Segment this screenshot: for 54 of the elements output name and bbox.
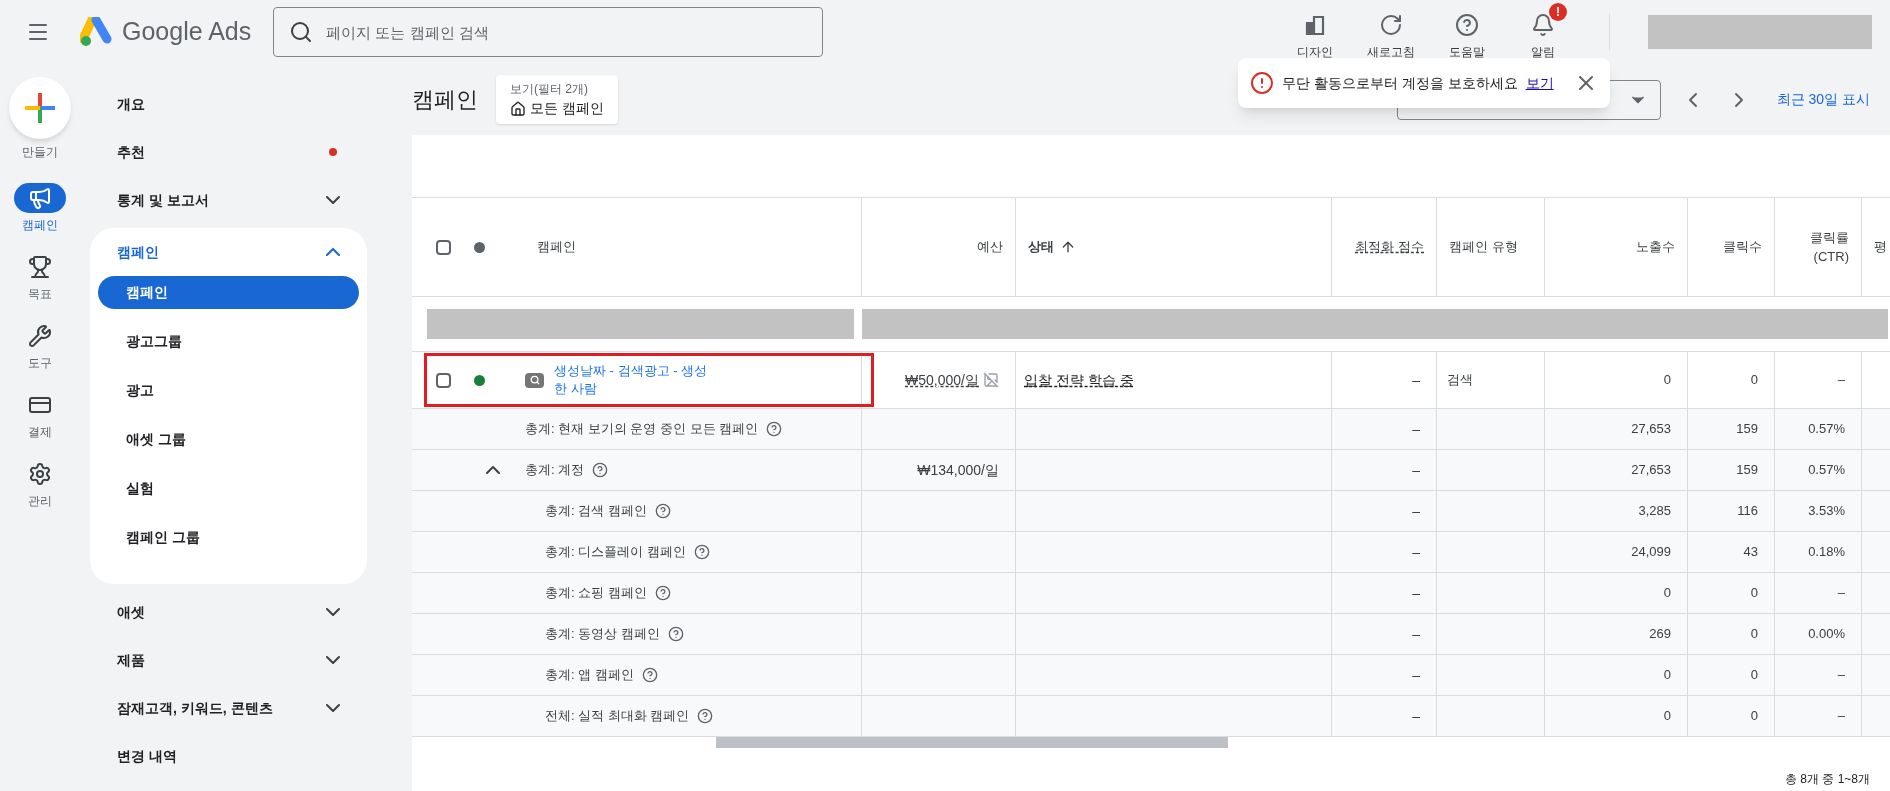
table-cell-text: –	[1412, 665, 1420, 685]
table-cell-text: 269	[1649, 625, 1671, 644]
table-cell-text: 159	[1736, 461, 1758, 480]
table-cell-text: –	[1837, 666, 1845, 685]
table-cell-text: 3.53%	[1808, 502, 1845, 521]
pagination-text: 총 8개 중 1~8개	[1784, 771, 1870, 788]
table-cell-text: –	[1412, 419, 1420, 439]
table-cell-text: 0	[1663, 666, 1671, 685]
table-cell-text: –	[1837, 707, 1845, 726]
table-cell-text: 0	[1663, 371, 1671, 390]
product-name: Google Ads	[122, 16, 252, 48]
table-cell-text: 0	[1750, 371, 1758, 390]
table-cell-text: 0	[1663, 584, 1671, 603]
table-cell-text: 24,099	[1631, 543, 1671, 562]
total-label: 총계: 동영상 캠페인	[545, 625, 660, 644]
table-cell-text: 0	[1750, 666, 1758, 685]
table-cell-text: –	[1412, 370, 1420, 390]
total-label: 전체: 실적 최대화 캠페인	[545, 707, 690, 726]
table-cell-text: 0	[1750, 707, 1758, 726]
table-cell-text: –	[1837, 584, 1845, 603]
total-label: 총계: 검색 캠페인	[545, 502, 647, 521]
table-cell-text: ₩50,000/일	[905, 370, 979, 390]
page-title: 캠페인	[412, 86, 478, 114]
table-cell-text: –	[1412, 542, 1420, 562]
table-cell-text: 0	[1750, 584, 1758, 603]
table-cell-text: –	[1412, 460, 1420, 480]
alert-badge: !	[1549, 3, 1567, 21]
table-cell-text: 0.57%	[1808, 420, 1845, 439]
table-cell-text: –	[1412, 583, 1420, 603]
total-label: 총계: 쇼핑 캠페인	[545, 584, 647, 603]
table-cell-text: 0.00%	[1808, 625, 1845, 644]
table-cell-text: 0.57%	[1808, 461, 1845, 480]
table-cell-text: –	[1412, 706, 1420, 726]
total-label: 총계: 앱 캠페인	[545, 666, 634, 685]
table-cell-text: –	[1412, 501, 1420, 521]
table-cell-text: 0.18%	[1808, 543, 1845, 562]
table-cell-text: 검색	[1447, 371, 1473, 390]
table-cell-text: ₩134,000/일	[917, 460, 999, 480]
table-cell-text: 3,285	[1638, 502, 1671, 521]
table-cell-text: 159	[1736, 420, 1758, 439]
table-cell-text: 27,653	[1631, 461, 1671, 480]
toast-message: 무단 활동으로부터 계정을 보호하세요	[1282, 73, 1518, 93]
table-cell-text: 0	[1663, 707, 1671, 726]
total-label: 총계: 계정	[525, 461, 585, 480]
table-cell-text: 입찰 전략 학습 중	[1024, 370, 1134, 390]
table-cell-text: 0	[1750, 625, 1758, 644]
table-cell-text: 43	[1743, 543, 1758, 562]
table-cell-text: –	[1412, 624, 1420, 644]
total-label: 총계: 현재 보기의 운영 중인 모든 캠페인	[525, 420, 759, 439]
total-label: 총계: 디스플레이 캠페인	[545, 543, 686, 562]
table-cell-text: 116	[1737, 502, 1758, 521]
table-cell-text: 27,653	[1631, 420, 1671, 439]
table-cell-text: –	[1837, 371, 1845, 390]
create-label: 만들기	[22, 144, 58, 161]
